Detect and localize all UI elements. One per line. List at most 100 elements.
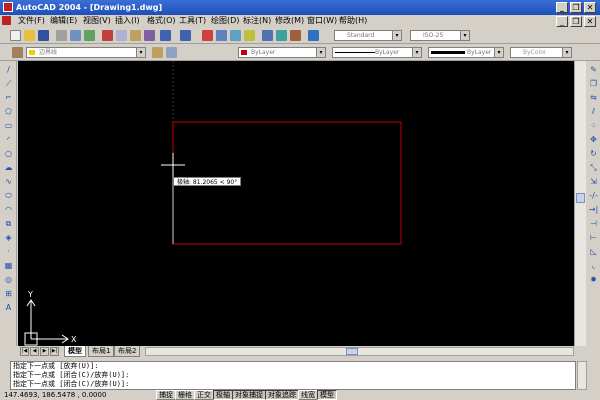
tool-palettes-icon[interactable]: [290, 30, 301, 41]
model-toggle[interactable]: 模型: [317, 390, 337, 400]
plot-icon[interactable]: [56, 30, 67, 41]
offset-icon[interactable]: ⫽: [588, 106, 599, 117]
first-tab-button[interactable]: |◀: [20, 347, 29, 356]
menu-format[interactable]: 格式(O): [145, 15, 178, 27]
zoom-previous-icon[interactable]: [244, 30, 255, 41]
erase-icon[interactable]: ✎: [588, 64, 599, 75]
tab-model[interactable]: 模型: [64, 346, 86, 357]
open-icon[interactable]: [24, 30, 35, 41]
last-tab-button[interactable]: ▶|: [50, 347, 59, 356]
make-block-icon[interactable]: ◈: [3, 232, 14, 243]
join-icon[interactable]: ⊢: [588, 232, 599, 243]
explode-icon[interactable]: ✸: [588, 274, 599, 285]
vertical-scrollbar[interactable]: [574, 61, 586, 346]
ellipse-arc-icon[interactable]: ◠: [3, 204, 14, 215]
point-icon[interactable]: ·: [3, 246, 14, 257]
restore-button[interactable]: ❐: [570, 2, 582, 13]
polar-toggle[interactable]: 极轴: [213, 390, 233, 400]
text-style-select[interactable]: Standard ▾: [334, 30, 402, 41]
move-icon[interactable]: ✥: [588, 134, 599, 145]
tab-layout1[interactable]: 布局1: [88, 346, 115, 357]
match-properties-icon[interactable]: [144, 30, 155, 41]
menu-edit[interactable]: 编辑(E): [48, 15, 79, 27]
properties-icon[interactable]: [262, 30, 273, 41]
command-history[interactable]: 指定下一点或 [放弃(U)]: 指定下一点或 [闭合(C)/放弃(U)]: 指定…: [10, 361, 576, 390]
revision-cloud-icon[interactable]: ☁: [3, 162, 14, 173]
new-icon[interactable]: [10, 30, 21, 41]
menu-view[interactable]: 视图(V): [81, 15, 113, 27]
line-icon[interactable]: /: [3, 64, 14, 75]
snap-toggle[interactable]: 捕捉: [156, 390, 176, 400]
menu-help[interactable]: 帮助(H): [337, 15, 369, 27]
color-select[interactable]: ByLayer ▾: [238, 47, 326, 58]
construction-line-icon[interactable]: ⟋: [3, 78, 14, 89]
menu-window[interactable]: 窗口(W): [305, 15, 339, 27]
linetype-select[interactable]: ByLayer ▾: [332, 47, 422, 58]
document-icon[interactable]: [2, 16, 11, 25]
redo-icon[interactable]: [180, 30, 191, 41]
paste-icon[interactable]: [130, 30, 141, 41]
publish-icon[interactable]: [84, 30, 95, 41]
vertical-scroll-thumb[interactable]: [576, 193, 585, 203]
drawing-canvas[interactable]: Y X 极轴: 81.2065 < 90°: [18, 61, 574, 346]
plot-style-select[interactable]: ByColor ▾: [510, 47, 572, 58]
polyline-icon[interactable]: ⌐: [3, 92, 14, 103]
design-center-icon[interactable]: [276, 30, 287, 41]
doc-restore-button[interactable]: ❐: [570, 16, 582, 27]
command-scrollbar[interactable]: [577, 361, 587, 390]
multiline-text-icon[interactable]: A: [3, 302, 14, 313]
next-tab-button[interactable]: ▶: [40, 347, 49, 356]
hatch-icon[interactable]: ▦: [3, 260, 14, 271]
autocad-app-icon[interactable]: [3, 2, 13, 12]
circle-icon[interactable]: ○: [3, 148, 14, 159]
chamfer-icon[interactable]: ◺: [588, 246, 599, 257]
spline-icon[interactable]: ∿: [3, 176, 14, 187]
menu-modify[interactable]: 修改(M): [273, 15, 306, 27]
layer-select[interactable]: 边界线 ▾: [26, 47, 146, 58]
region-icon[interactable]: ◎: [3, 274, 14, 285]
polygon-icon[interactable]: ⬠: [3, 106, 14, 117]
ellipse-icon[interactable]: ⬭: [3, 190, 14, 201]
close-button[interactable]: ✕: [584, 2, 596, 13]
mirror-icon[interactable]: ⇋: [588, 92, 599, 103]
array-icon[interactable]: ⁘: [588, 120, 599, 131]
layer-manager-icon[interactable]: [12, 47, 23, 58]
osnap-toggle[interactable]: 对象捕捉: [232, 390, 266, 400]
scale-icon[interactable]: ⤡: [588, 162, 599, 173]
ortho-toggle[interactable]: 正交: [194, 390, 214, 400]
rotate-icon[interactable]: ↻: [588, 148, 599, 159]
dim-style-select[interactable]: ISO-25 ▾: [410, 30, 470, 41]
horizontal-scroll-thumb[interactable]: [346, 348, 358, 355]
menu-file[interactable]: 文件(F): [16, 15, 47, 27]
menu-dimension[interactable]: 标注(N): [241, 15, 273, 27]
help-icon[interactable]: [308, 30, 319, 41]
otrack-toggle[interactable]: 对象追踪: [265, 390, 299, 400]
layer-previous-icon[interactable]: [166, 47, 177, 58]
trim-icon[interactable]: -/-: [588, 190, 599, 201]
menu-draw[interactable]: 绘图(D): [209, 15, 241, 27]
undo-icon[interactable]: [160, 30, 171, 41]
arc-icon[interactable]: ◜: [3, 134, 14, 145]
menu-insert[interactable]: 插入(I): [113, 15, 142, 27]
grid-toggle[interactable]: 栅格: [175, 390, 195, 400]
lineweight-select[interactable]: ByLayer ▾: [428, 47, 504, 58]
stretch-icon[interactable]: ⇲: [588, 176, 599, 187]
fillet-icon[interactable]: ◟: [588, 260, 599, 271]
menu-tools[interactable]: 工具(T): [177, 15, 208, 27]
prev-tab-button[interactable]: ◀: [30, 347, 39, 356]
horizontal-scrollbar[interactable]: [145, 347, 574, 356]
copy-clip-icon[interactable]: [116, 30, 127, 41]
plot-preview-icon[interactable]: [70, 30, 81, 41]
zoom-window-icon[interactable]: [230, 30, 241, 41]
save-icon[interactable]: [38, 30, 49, 41]
insert-block-icon[interactable]: ⧉: [3, 218, 14, 229]
doc-minimize-button[interactable]: _: [556, 16, 568, 27]
break-icon[interactable]: ⊣: [588, 218, 599, 229]
extend-icon[interactable]: →|: [588, 204, 599, 215]
copy-icon[interactable]: ❐: [588, 78, 599, 89]
make-object-layer-current-icon[interactable]: [152, 47, 163, 58]
lineweight-toggle[interactable]: 线宽: [298, 390, 318, 400]
doc-close-button[interactable]: ✕: [584, 16, 596, 27]
table-icon[interactable]: ⊞: [3, 288, 14, 299]
cut-icon[interactable]: [102, 30, 113, 41]
